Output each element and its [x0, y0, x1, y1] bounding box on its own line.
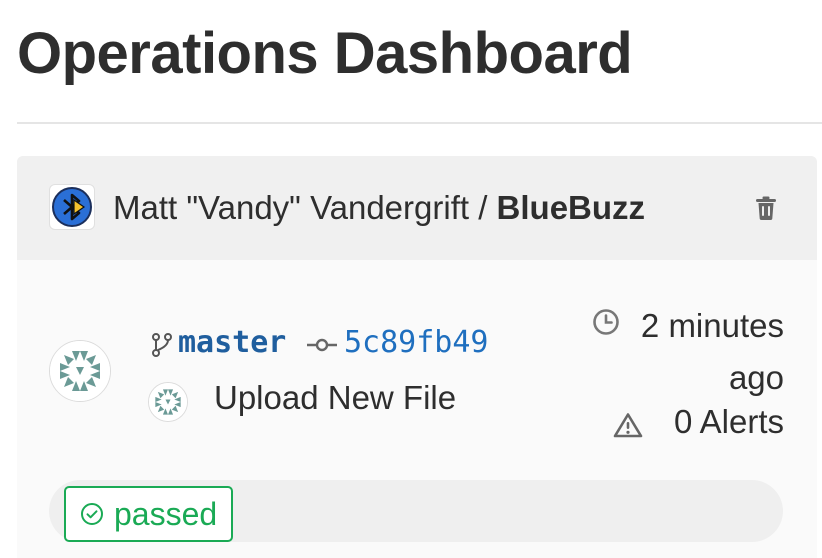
branch-link[interactable]: master	[178, 324, 286, 362]
identicon-icon	[50, 341, 110, 401]
deployment-time: 2 minutes ago	[640, 307, 784, 396]
pipeline-status-badge[interactable]: passed	[64, 486, 234, 542]
commit-title-link[interactable]: Upload New File	[214, 378, 456, 418]
commit-icon	[307, 338, 337, 352]
trash-icon	[756, 196, 776, 220]
warning-icon	[613, 413, 643, 438]
identicon-icon	[149, 383, 187, 421]
check-circle-icon	[81, 503, 103, 525]
page-title: Operations Dashboard	[17, 21, 633, 86]
project-name[interactable]: Matt "Vandy" Vandergrift / BlueBuzz	[113, 188, 645, 228]
project-card-header: Matt "Vandy" Vandergrift / BlueBuzz	[17, 156, 817, 260]
branch-icon	[152, 333, 172, 357]
commit-author-avatar-small[interactable]	[148, 382, 188, 422]
project-owner[interactable]: Matt "Vandy" Vandergrift /	[113, 189, 497, 226]
pipeline-status-label: passed	[114, 496, 218, 532]
divider	[17, 122, 822, 124]
project-repo[interactable]: BlueBuzz	[497, 189, 646, 226]
project-avatar[interactable]	[49, 184, 95, 230]
commit-author-avatar[interactable]	[49, 340, 111, 402]
project-card: Matt "Vandy" Vandergrift / BlueBuzz mast…	[17, 156, 817, 558]
bluetooth-icon	[52, 187, 92, 227]
remove-project-button[interactable]	[752, 194, 780, 222]
alerts-count[interactable]: 0 Alerts	[674, 402, 784, 442]
commit-sha-link[interactable]: 5c89fb49	[344, 324, 489, 362]
